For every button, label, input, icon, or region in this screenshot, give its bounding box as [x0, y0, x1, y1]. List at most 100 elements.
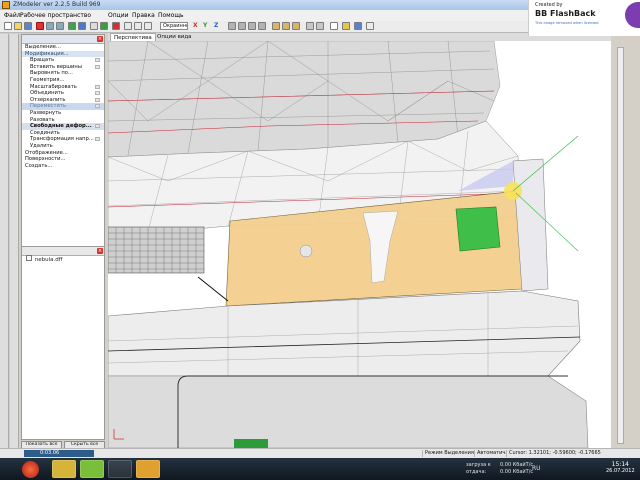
- operations-panel: × Выделение... Модификация... Вращать Встав…: [21, 34, 105, 248]
- option-checkbox[interactable]: [95, 91, 100, 96]
- axis-z-toggle[interactable]: Z: [214, 22, 218, 29]
- mesh-icon[interactable]: [306, 22, 314, 30]
- watermark-caption: Created by: [535, 2, 563, 8]
- operation-item[interactable]: Отзеркалить: [22, 97, 104, 104]
- tab-view-options[interactable]: Опции вида: [154, 33, 195, 41]
- operation-item[interactable]: Развернуть: [22, 110, 104, 117]
- left-tool-strip: [0, 34, 9, 448]
- menu-file[interactable]: Файл: [4, 12, 21, 19]
- vertical-scrollbar[interactable]: [617, 47, 624, 444]
- operation-item[interactable]: Геометрия...: [22, 77, 104, 84]
- save-icon[interactable]: [24, 22, 32, 30]
- operation-label: Разовать: [30, 116, 55, 123]
- start-button[interactable]: [22, 461, 39, 478]
- operation-item[interactable]: Отображение...: [22, 150, 104, 157]
- chart-icon[interactable]: [330, 22, 338, 30]
- taskbar-app-media-icon[interactable]: [108, 460, 132, 478]
- close-icon[interactable]: ×: [97, 248, 103, 254]
- playback-timer[interactable]: 0:03.06: [24, 450, 94, 457]
- operation-label: Геометрия...: [30, 76, 65, 83]
- tray-clock[interactable]: 15:14 26.07.2012: [606, 461, 635, 474]
- select-tool-icon[interactable]: [228, 22, 236, 30]
- operation-label: Выровнять по...: [30, 70, 73, 77]
- scene-tree-panel: × nebula.dff: [21, 246, 105, 440]
- option-checkbox[interactable]: [95, 58, 100, 63]
- redo-icon[interactable]: [78, 22, 86, 30]
- menu-options[interactable]: Опции: [108, 12, 129, 19]
- operation-label: Выделение...: [25, 44, 61, 50]
- operation-item[interactable]: Свободные дефор...: [22, 123, 104, 130]
- help-icon[interactable]: [354, 22, 362, 30]
- view-mode-select[interactable]: Окраинне: [160, 22, 188, 30]
- operation-item[interactable]: Переместить: [22, 103, 104, 110]
- clock-time: 15:14: [611, 461, 629, 468]
- tree-node-model[interactable]: nebula.dff: [26, 255, 63, 263]
- window-title: ZModeler ver 2.2.5 Build 969: [13, 1, 101, 8]
- undo-icon[interactable]: [68, 22, 76, 30]
- edge-mode-icon[interactable]: [282, 22, 290, 30]
- operation-item[interactable]: Выровнять по...: [22, 70, 104, 77]
- viewport-3d[interactable]: [108, 41, 611, 448]
- camera-icon[interactable]: [134, 22, 142, 30]
- option-checkbox[interactable]: [95, 124, 100, 129]
- view-icon[interactable]: [124, 22, 132, 30]
- operation-item[interactable]: Модификация...: [22, 50, 104, 58]
- grid-icon[interactable]: [90, 22, 98, 30]
- operation-item[interactable]: Выделение...: [22, 44, 104, 51]
- copy-icon[interactable]: [46, 22, 54, 30]
- operation-item[interactable]: Удалить: [22, 143, 104, 150]
- taskbar-app-zmodeler-icon[interactable]: [136, 460, 160, 478]
- delete-icon[interactable]: [36, 22, 44, 30]
- settings-icon[interactable]: [366, 22, 374, 30]
- material-icon[interactable]: [112, 22, 120, 30]
- taskbar-app-icq-icon[interactable]: [80, 460, 104, 478]
- new-file-icon[interactable]: [4, 22, 12, 30]
- operation-item[interactable]: Соединить: [22, 130, 104, 137]
- operation-item[interactable]: Трансформация напр...: [22, 136, 104, 143]
- paste-icon[interactable]: [56, 22, 64, 30]
- watermark-brand: BB FlashBack: [535, 9, 596, 18]
- tab-perspective[interactable]: Перспектива: [110, 33, 156, 41]
- open-folder-icon[interactable]: [14, 22, 22, 30]
- lock-icon[interactable]: [342, 22, 350, 30]
- option-checkbox[interactable]: [95, 84, 100, 89]
- clock-date: 26.07.2012: [606, 468, 635, 474]
- operation-label: Свободные дефор...: [30, 123, 92, 130]
- menu-edit[interactable]: Правка: [132, 12, 155, 19]
- option-checkbox[interactable]: [95, 97, 100, 102]
- option-checkbox[interactable]: [95, 104, 100, 109]
- operation-item[interactable]: Вставить вершины: [22, 64, 104, 71]
- vertex-mode-icon[interactable]: [272, 22, 280, 30]
- tray-load-label: загруза к: [466, 462, 491, 468]
- taskbar-app-smiley-icon[interactable]: [52, 460, 76, 478]
- rotate-tool-icon[interactable]: [248, 22, 256, 30]
- close-icon[interactable]: ×: [97, 36, 103, 42]
- render-icon[interactable]: [100, 22, 108, 30]
- operation-item[interactable]: Объединить: [22, 90, 104, 97]
- menu-help[interactable]: Помощь: [158, 12, 184, 19]
- menu-workspace[interactable]: Рабочее пространство: [20, 12, 91, 19]
- watermark-note: This image removed when licensed: [535, 21, 599, 25]
- tree-node-label: nebula.dff: [34, 257, 63, 263]
- expand-icon[interactable]: [26, 255, 32, 261]
- flashback-logo-icon: [625, 2, 640, 28]
- app-icon: [2, 1, 10, 9]
- move-tool-icon[interactable]: [238, 22, 246, 30]
- operation-label: Отзеркалить: [30, 96, 66, 103]
- taskbar: загруза к отдача: 0.00 КбайТ/с 0.00 Кбай…: [0, 458, 640, 480]
- face-mode-icon[interactable]: [292, 22, 300, 30]
- operation-item[interactable]: Масштабировать: [22, 84, 104, 91]
- operation-item[interactable]: Вращать: [22, 57, 104, 64]
- wire-icon[interactable]: [316, 22, 324, 30]
- axis-x-toggle[interactable]: X: [193, 22, 198, 29]
- scale-tool-icon[interactable]: [258, 22, 266, 30]
- option-checkbox[interactable]: [95, 64, 100, 69]
- axis-y-toggle[interactable]: Y: [203, 22, 207, 29]
- recorder-watermark: Created by BB FlashBack This image remov…: [528, 0, 640, 36]
- operation-item[interactable]: Создать...: [22, 163, 104, 170]
- light-icon[interactable]: [144, 22, 152, 30]
- tray-language[interactable]: RU: [532, 465, 541, 472]
- operation-label: Соединить: [30, 129, 60, 136]
- operation-item[interactable]: Поверхности...: [22, 156, 104, 163]
- option-checkbox[interactable]: [95, 137, 100, 142]
